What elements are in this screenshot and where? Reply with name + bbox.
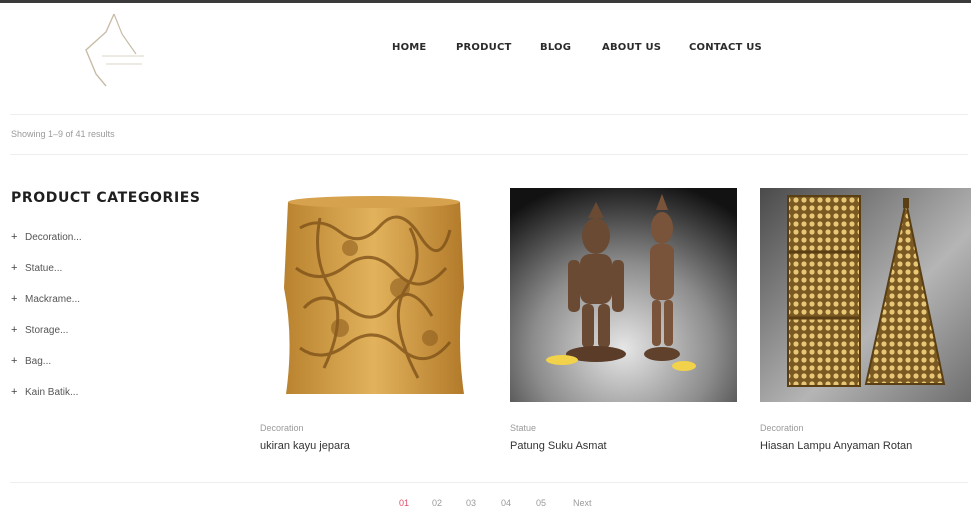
product-card[interactable]: Decoration ukiran kayu jepara (260, 188, 487, 452)
plus-icon: + (11, 324, 18, 336)
plus-icon: + (11, 293, 18, 305)
page-link-active[interactable]: 01 (399, 498, 409, 508)
plus-icon: + (11, 355, 18, 367)
product-image-asmat-statues[interactable] (510, 188, 737, 402)
category-label: Statue... (25, 263, 63, 274)
plus-icon: + (11, 386, 18, 398)
product-image-carved-vase[interactable] (260, 188, 487, 402)
top-border (0, 0, 971, 3)
nav-product[interactable]: PRODUCT (456, 42, 512, 53)
page-link[interactable]: 05 (536, 498, 546, 508)
category-label: Decoration... (25, 232, 82, 243)
divider (10, 114, 968, 115)
divider (10, 482, 968, 483)
product-name[interactable]: Hiasan Lampu Anyaman Rotan (760, 440, 912, 452)
category-item[interactable]: + Bag... (11, 356, 82, 387)
product-image-rattan-lamp[interactable] (760, 188, 971, 402)
category-item[interactable]: + Decoration... (11, 232, 82, 263)
page-link[interactable]: 04 (501, 498, 511, 508)
category-label: Mackrame... (25, 294, 81, 305)
category-item[interactable]: + Statue... (11, 263, 82, 294)
product-name[interactable]: Patung Suku Asmat (510, 440, 607, 452)
page-link[interactable]: 03 (466, 498, 476, 508)
category-item[interactable]: + Kain Batik... (11, 387, 82, 418)
category-label: Storage... (25, 325, 69, 336)
category-label: Bag... (25, 356, 52, 367)
product-category[interactable]: Decoration (260, 423, 304, 433)
category-item[interactable]: + Storage... (11, 325, 82, 356)
category-label: Kain Batik... (25, 387, 79, 398)
plus-icon: + (11, 231, 18, 243)
nav-about-us[interactable]: ABOUT US (602, 42, 661, 53)
nav-contact-us[interactable]: CONTACT US (689, 42, 762, 53)
categories-title: PRODUCT CATEGORIES (11, 190, 201, 206)
nav-blog[interactable]: BLOG (540, 42, 571, 53)
page-link[interactable]: 02 (432, 498, 442, 508)
logo-mark-icon (85, 13, 144, 87)
divider (10, 154, 968, 155)
category-item[interactable]: + Mackrame... (11, 294, 82, 325)
product-card[interactable]: Decoration Hiasan Lampu Anyaman Rotan (760, 188, 971, 452)
product-name[interactable]: ukiran kayu jepara (260, 440, 350, 452)
product-category[interactable]: Decoration (760, 423, 804, 433)
plus-icon: + (11, 262, 18, 274)
category-list: + Decoration... + Statue... + Mackrame... +… (11, 232, 82, 418)
site-logo[interactable] (76, 8, 156, 90)
nav-home[interactable]: HOME (392, 42, 426, 53)
product-category[interactable]: Statue (510, 423, 536, 433)
results-count: Showing 1–9 of 41 results (11, 129, 115, 139)
next-page-link[interactable]: Next (573, 498, 592, 508)
product-card[interactable]: Statue Patung Suku Asmat (510, 188, 737, 452)
